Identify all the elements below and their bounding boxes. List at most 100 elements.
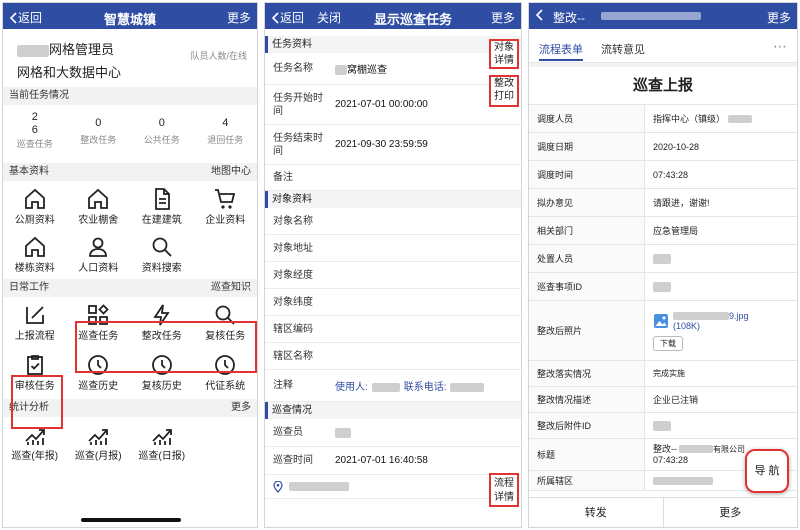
more-button[interactable]: 更多 xyxy=(767,9,791,26)
stats-more-link[interactable]: 更多 xyxy=(231,399,251,417)
button-label: 公厕资料 xyxy=(14,215,55,226)
document-icon xyxy=(154,188,170,210)
back-button[interactable]: 返回 xyxy=(271,9,304,26)
stat-value: 0 xyxy=(95,117,102,129)
basic-section: 基本资料 地图中心 xyxy=(3,163,257,181)
form-key: 调度时间 xyxy=(529,161,645,188)
button-label: 复核历史 xyxy=(141,381,182,392)
task-name-value: 窝棚巡查 xyxy=(347,65,387,76)
more-button[interactable]: 更多 xyxy=(491,9,515,26)
back-button[interactable]: 返回 xyxy=(9,9,42,26)
more-actions-button[interactable]: 更多 xyxy=(664,498,798,527)
close-button[interactable]: 关闭 xyxy=(317,9,341,26)
nav-bar: 返回 智慧城镇 更多 xyxy=(3,3,257,29)
more-dots-icon[interactable]: ⋯ xyxy=(773,38,787,55)
object-row: 对象经度 xyxy=(265,262,521,289)
user-card: 网格管理员 网格和大数据中心 队员人数/在线 xyxy=(3,29,257,87)
farm-shed-button[interactable]: 农业棚舍 xyxy=(67,181,131,229)
object-row: 辖区名称 xyxy=(265,343,521,370)
phone-screen-task-detail: 返回 关闭 显示巡查任务 更多 任务资料 任务名称 窝棚巡查 任务开始时间 2021… xyxy=(264,2,522,528)
title-time: 07:43:28 xyxy=(653,454,689,465)
highlight-box xyxy=(11,375,63,429)
field-label: 任务名称 xyxy=(273,63,313,74)
edit-icon xyxy=(25,306,44,324)
basic-row-2: 楼栋资料 人口资料 资料搜索 xyxy=(3,229,257,279)
section-title: 当前任务情况 xyxy=(9,90,69,101)
data-search-button[interactable]: 资料搜索 xyxy=(130,229,194,279)
field-label: 注释 xyxy=(273,380,293,391)
stat-rectify[interactable]: 0 整改任务 xyxy=(67,105,131,163)
stat-returned[interactable]: 4 退回任务 xyxy=(194,105,258,163)
basic-row-1: 公厕资料 农业棚舍 在建建筑 企业资料 xyxy=(3,181,257,229)
task-end-value: 2021-09-30 23:59:59 xyxy=(335,139,428,150)
report-flow-button[interactable]: 上报流程 xyxy=(3,297,67,347)
more-button[interactable]: 更多 xyxy=(227,9,251,26)
button-label: 巡查(日报) xyxy=(138,451,186,462)
button-label: 上报流程 xyxy=(14,331,55,342)
daily-report-button[interactable]: 巡查(日报) xyxy=(130,417,194,473)
stat-label: 退回任务 xyxy=(207,135,244,145)
object-detail-button[interactable]: 对象 详情 xyxy=(489,39,519,69)
task-end-row: 任务结束时间 2021-09-30 23:59:59 xyxy=(265,125,521,165)
team-count-link[interactable]: 队员人数/在线 xyxy=(190,49,247,62)
user-org: 网格和大数据中心 xyxy=(17,65,122,80)
form-value: 应急管理局 xyxy=(653,226,699,236)
object-row: 对象地址 xyxy=(265,235,521,262)
rectify-print-button[interactable]: 整改 打印 xyxy=(489,75,519,107)
form-value: 2020-10-28 xyxy=(653,141,700,152)
patrol-officer-row: 巡查员 xyxy=(265,419,521,447)
form-key: 相关部门 xyxy=(529,217,645,244)
monthly-report-button[interactable]: 巡查(月报) xyxy=(67,417,131,473)
form-key: 调度人员 xyxy=(529,105,645,132)
back-label: 返回 xyxy=(280,11,305,25)
toilet-data-button[interactable]: 公厕资料 xyxy=(3,181,67,229)
flow-detail-button[interactable]: 流程 详情 xyxy=(489,473,519,507)
field-label: 对象纬度 xyxy=(273,296,313,308)
building-data-button[interactable]: 楼栋资料 xyxy=(3,229,67,279)
form-row: 整改情况描述 企业已注销 xyxy=(529,387,797,413)
form-row: 调度人员 指挥中心（镇级） xyxy=(529,105,797,133)
form-key: 处置人员 xyxy=(529,245,645,272)
button-label: 楼栋资料 xyxy=(14,263,55,274)
form-value: 指挥中心（镇级） xyxy=(653,114,726,124)
map-center-link[interactable]: 地图中心 xyxy=(211,163,251,181)
nav-bar: 整改-- 更多 xyxy=(529,3,797,29)
patrol-knowledge-link[interactable]: 巡查知识 xyxy=(211,279,251,297)
population-data-button[interactable]: 人口资料 xyxy=(67,229,131,279)
person-icon xyxy=(89,237,108,257)
tab-flow-opinion[interactable]: 流转意见 xyxy=(601,41,645,57)
home-indicator xyxy=(81,518,181,522)
current-task-section: 当前任务情况 xyxy=(3,87,257,105)
image-file-icon xyxy=(654,313,668,328)
tab-flow-form[interactable]: 流程表单 xyxy=(539,41,583,57)
download-button[interactable]: 下载 xyxy=(653,335,683,351)
photo-file-link[interactable]: 9.jpg xyxy=(729,311,749,321)
task-section: 任务资料 xyxy=(265,36,521,53)
stat-value: 2 6 xyxy=(31,111,38,136)
section-title: 基本资料 xyxy=(9,166,49,177)
form-row: 整改后附件ID xyxy=(529,413,797,439)
phone-screen-home: 返回 智慧城镇 更多 网格管理员 网格和大数据中心 队员人数/在线 当前任务情况… xyxy=(2,2,258,528)
field-label: 对象名称 xyxy=(273,215,313,227)
forward-button[interactable]: 转发 xyxy=(529,498,664,527)
note-row: 注释 使用人: 联系电话: xyxy=(265,370,521,402)
button-label: 在建建筑 xyxy=(141,215,182,226)
user-role: 网格管理员 xyxy=(49,42,115,57)
field-label: 对象经度 xyxy=(273,269,313,281)
stat-patrol[interactable]: 2 6 巡查任务 xyxy=(3,105,67,163)
bottom-action-bar: 转发 更多 xyxy=(529,497,797,527)
clipboard-check-icon xyxy=(26,355,43,375)
stat-public[interactable]: 0 公共任务 xyxy=(130,105,194,163)
back-button[interactable] xyxy=(535,9,543,21)
button-label: 巡查(年报) xyxy=(11,451,59,462)
enterprise-data-button[interactable]: 企业资料 xyxy=(194,181,258,229)
stat-label: 公共任务 xyxy=(143,135,180,145)
location-pin-icon xyxy=(273,480,283,493)
highlight-box xyxy=(75,321,257,373)
building-construction-button[interactable]: 在建建筑 xyxy=(130,181,194,229)
tab-active-indicator xyxy=(539,59,583,61)
object-row: 辖区编码 xyxy=(265,316,521,343)
navigate-button[interactable]: 导 航 xyxy=(745,449,789,493)
house-icon xyxy=(24,236,45,257)
form-row: 拟办意见 请跟进，谢谢! xyxy=(529,189,797,217)
